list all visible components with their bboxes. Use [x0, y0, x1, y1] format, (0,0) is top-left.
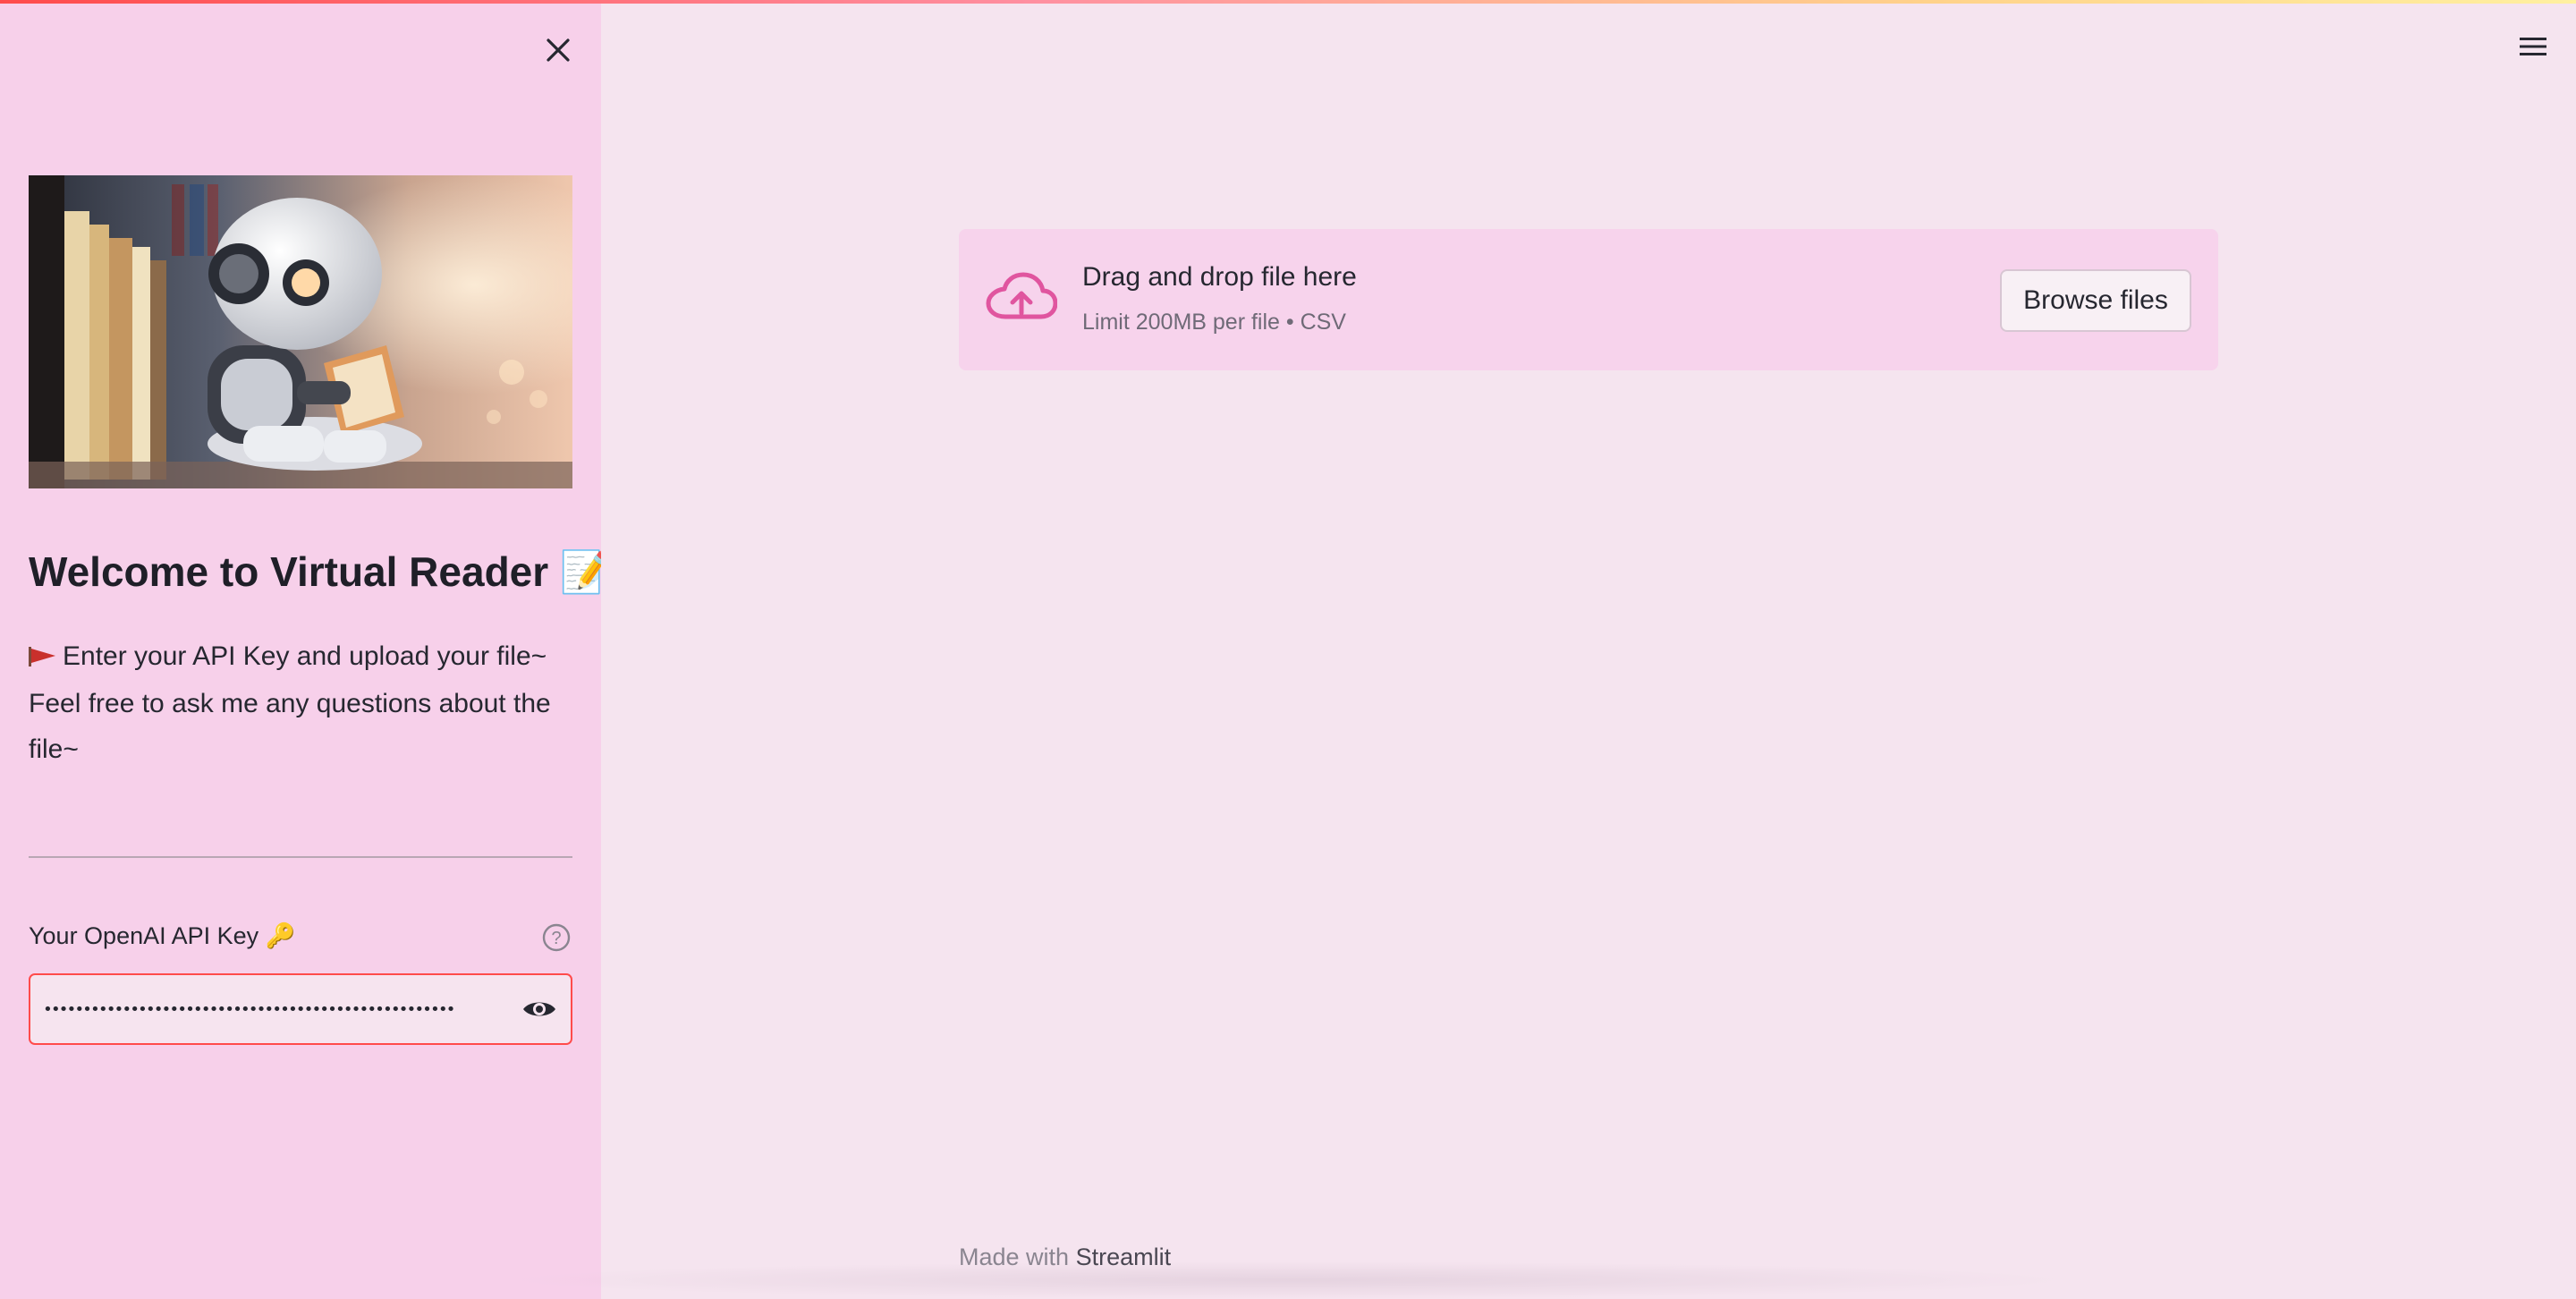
red-flag-icon: [29, 635, 55, 681]
close-icon: [547, 38, 570, 62]
footer-shadow: [501, 1261, 2075, 1299]
api-key-label: Your OpenAI API Key 🔑: [29, 922, 296, 949]
hero-image: [29, 175, 572, 488]
cloud-upload-icon: [986, 270, 1058, 329]
sidebar: Welcome to Virtual Reader 📝 Enter your A…: [0, 0, 612, 1299]
dropzone-subtitle: Limit 200MB per file • CSV: [1082, 310, 1346, 335]
sidebar-title: Welcome to Virtual Reader 📝: [29, 548, 612, 595]
api-key-input[interactable]: [30, 975, 508, 1043]
robot-reading-illustration: [29, 175, 572, 488]
eye-icon: [523, 1002, 555, 1016]
intro-line-2: Feel free to ask me any questions about …: [29, 688, 551, 764]
api-key-field: [29, 973, 572, 1045]
footer-made-with: Made with: [959, 1244, 1070, 1270]
show-password-button[interactable]: [508, 975, 571, 1043]
file-uploader-dropzone[interactable]: Drag and drop file here Limit 200MB per …: [959, 229, 2218, 370]
svg-text:?: ?: [551, 929, 561, 948]
main-menu-button[interactable]: [2513, 27, 2553, 66]
main-content: [601, 0, 2576, 1299]
browse-files-button[interactable]: Browse files: [2000, 269, 2191, 332]
help-circle-icon[interactable]: ?: [540, 921, 572, 954]
footer: Made with Streamlit: [959, 1244, 1171, 1271]
footer-brand-link[interactable]: Streamlit: [1076, 1244, 1172, 1270]
top-decoration-bar: [0, 0, 2576, 4]
dropzone-title: Drag and drop file here: [1082, 262, 1357, 292]
close-sidebar-button[interactable]: [535, 27, 581, 73]
hamburger-menu-icon: [2520, 38, 2546, 55]
dropzone-text: Drag and drop file here Limit 200MB per …: [1082, 259, 1357, 340]
sidebar-intro: Enter your API Key and upload your file~…: [29, 633, 565, 772]
sidebar-divider: [29, 856, 572, 858]
intro-line-1: Enter your API Key and upload your file~: [63, 641, 547, 671]
